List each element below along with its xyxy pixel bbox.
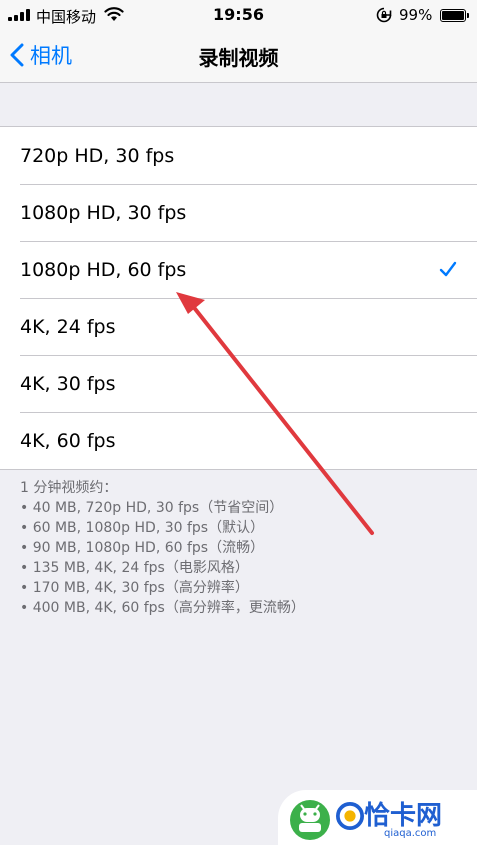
option-label: 720p HD, 30 fps (20, 144, 175, 167)
battery-icon (440, 9, 469, 22)
record-video-options-list: 720p HD, 30 fps 1080p HD, 30 fps 1080p HD,… (0, 126, 477, 470)
size-info-list: • 40 MB, 720p HD, 30 fps（节省空间） • 60 MB, 1… (20, 498, 305, 618)
battery-percentage: 99% (399, 6, 433, 24)
size-info-item: • 400 MB, 4K, 60 fps（高分辨率，更流畅） (20, 600, 305, 616)
video-format-option[interactable]: 720p HD, 30 fps (0, 127, 477, 184)
site-watermark: 恰卡网 qiaqa.com (278, 790, 477, 845)
watermark-subtext: qiaqa.com (384, 828, 437, 839)
option-label: 4K, 30 fps (20, 372, 116, 395)
status-bar: 中国移动 19:56 99% (0, 0, 477, 30)
size-info-item: • 40 MB, 720p HD, 30 fps（节省空间） (20, 500, 284, 516)
video-format-option[interactable]: 1080p HD, 60 fps (0, 241, 477, 298)
video-format-option[interactable]: 4K, 60 fps (0, 412, 477, 469)
video-format-option[interactable]: 4K, 30 fps (0, 355, 477, 412)
option-label: 4K, 24 fps (20, 315, 116, 338)
watermark-globe-icon (336, 802, 364, 830)
checkmark-icon (439, 261, 457, 277)
watermark-logo-icon (290, 799, 330, 840)
navigation-bar: 相机 录制视频 (0, 30, 477, 83)
size-info-footer: 1 分钟视频约： • 40 MB, 720p HD, 30 fps（节省空间） •… (20, 478, 305, 618)
size-info-heading: 1 分钟视频约： (20, 480, 118, 496)
page-title: 录制视频 (198, 46, 279, 70)
watermark-text: 恰卡网 (364, 801, 443, 831)
option-label: 1080p HD, 60 fps (20, 258, 187, 281)
video-format-option[interactable]: 1080p HD, 30 fps (0, 184, 477, 241)
video-format-option[interactable]: 4K, 24 fps (0, 298, 477, 355)
size-info-item: • 135 MB, 4K, 24 fps（电影风格） (20, 560, 249, 576)
option-label: 1080p HD, 30 fps (20, 201, 187, 224)
size-info-item: • 170 MB, 4K, 30 fps（高分辨率） (20, 580, 249, 596)
rotation-lock-icon (376, 7, 392, 23)
size-info-item: • 90 MB, 1080p HD, 60 fps（流畅） (20, 540, 265, 556)
option-label: 4K, 60 fps (20, 429, 116, 452)
size-info-item: • 60 MB, 1080p HD, 30 fps（默认） (20, 520, 265, 536)
